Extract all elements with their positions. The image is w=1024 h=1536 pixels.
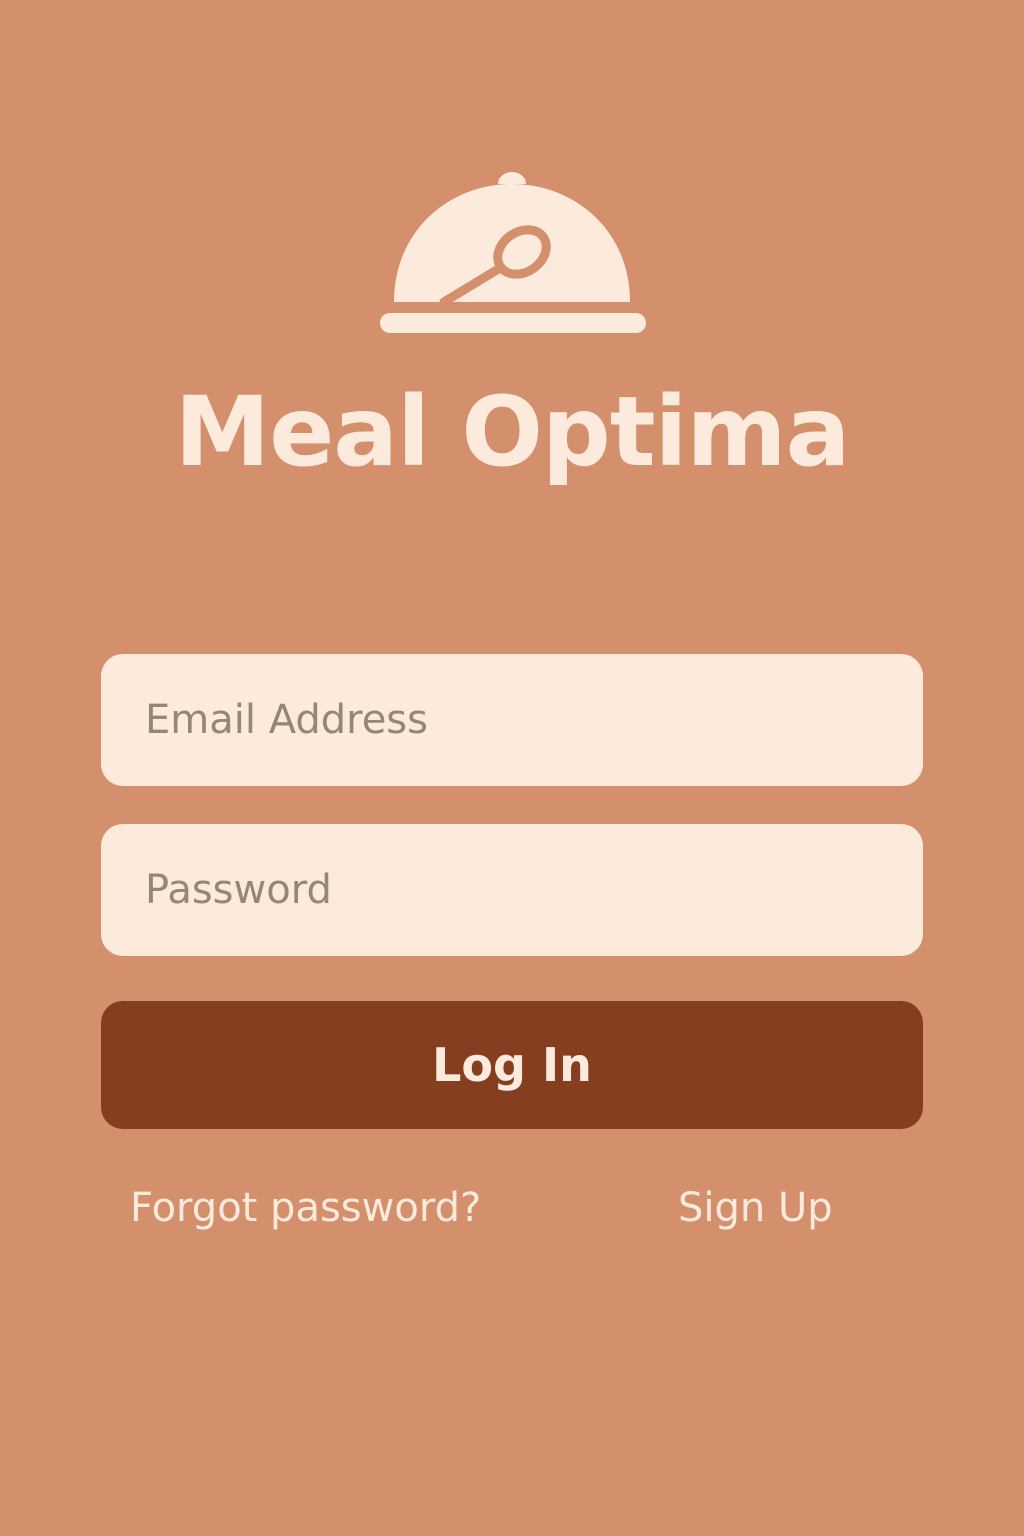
- forgot-password-link[interactable]: Forgot password?: [130, 1180, 481, 1236]
- password-field[interactable]: [101, 824, 923, 956]
- app-title: Meal Optima: [174, 376, 851, 488]
- login-button[interactable]: Log In: [101, 1001, 923, 1129]
- email-field[interactable]: [101, 654, 923, 786]
- sign-up-link[interactable]: Sign Up: [678, 1180, 833, 1236]
- cloche-spoon-icon: [380, 170, 646, 334]
